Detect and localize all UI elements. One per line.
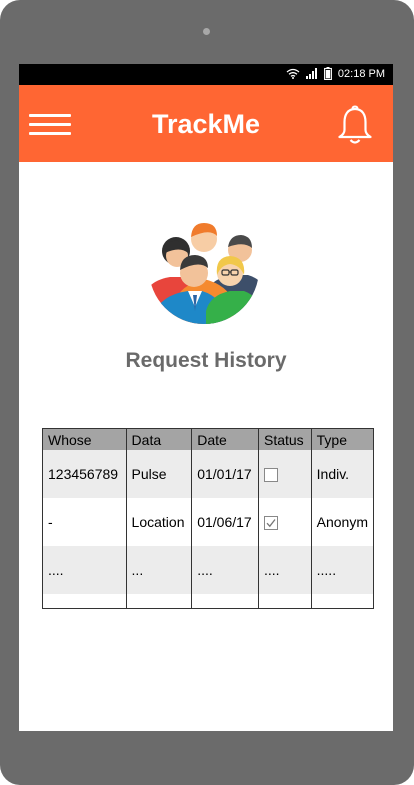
cell-whose: .... bbox=[42, 546, 127, 594]
group-people-icon bbox=[144, 215, 264, 327]
checkmark-icon bbox=[266, 519, 276, 528]
table-row[interactable]: - Location 01/06/17 Anonym bbox=[42, 498, 375, 546]
cell-date: 01/06/17 bbox=[191, 498, 259, 546]
cell-type: Indiv. bbox=[310, 450, 375, 498]
table-row bbox=[42, 594, 375, 609]
history-table: Whose Data Date Status Type 123456789 Pu… bbox=[42, 428, 375, 609]
cell-whose: 123456789 bbox=[42, 450, 127, 498]
cell-date: 01/01/17 bbox=[191, 450, 259, 498]
column-header: Date bbox=[191, 428, 259, 450]
column-header: Status bbox=[257, 428, 312, 450]
status-checkbox[interactable] bbox=[263, 516, 278, 531]
signal-icon bbox=[305, 67, 318, 82]
cell-data: ... bbox=[125, 546, 193, 594]
cell-status bbox=[257, 450, 312, 498]
column-header: Whose bbox=[42, 428, 127, 450]
cell-status bbox=[257, 498, 312, 546]
status-time: 02:18 PM bbox=[337, 68, 385, 80]
column-header: Type bbox=[310, 428, 375, 450]
status-checkbox[interactable] bbox=[263, 468, 278, 483]
table-row[interactable]: .... ... .... .... ..... bbox=[42, 546, 375, 594]
app-bar: TrackMe bbox=[19, 85, 393, 162]
bell-icon bbox=[338, 105, 372, 144]
cell-data: Pulse bbox=[125, 450, 193, 498]
app-screen: 02:18 PM TrackMe Request History Whose D… bbox=[19, 64, 393, 731]
cell-status: .... bbox=[257, 546, 312, 594]
camera-dot bbox=[203, 28, 210, 35]
table-row[interactable]: 123456789 Pulse 01/01/17 Indiv. bbox=[42, 450, 375, 498]
table-header-row: Whose Data Date Status Type bbox=[42, 428, 375, 450]
column-header: Data bbox=[125, 428, 193, 450]
section-title: Request History bbox=[125, 349, 287, 372]
cell-type: Anonym bbox=[310, 498, 375, 546]
device-frame: 02:18 PM TrackMe Request History Whose D… bbox=[0, 0, 414, 785]
cell-whose: - bbox=[42, 498, 127, 546]
status-icons: 02:18 PM bbox=[286, 66, 385, 83]
cell-type: ..... bbox=[310, 546, 375, 594]
cell-data: Location bbox=[125, 498, 193, 546]
cell-date: .... bbox=[191, 546, 259, 594]
status-bar: 02:18 PM bbox=[19, 64, 393, 85]
battery-icon bbox=[323, 66, 332, 83]
wifi-icon bbox=[286, 68, 300, 82]
notifications-button[interactable] bbox=[336, 104, 374, 146]
